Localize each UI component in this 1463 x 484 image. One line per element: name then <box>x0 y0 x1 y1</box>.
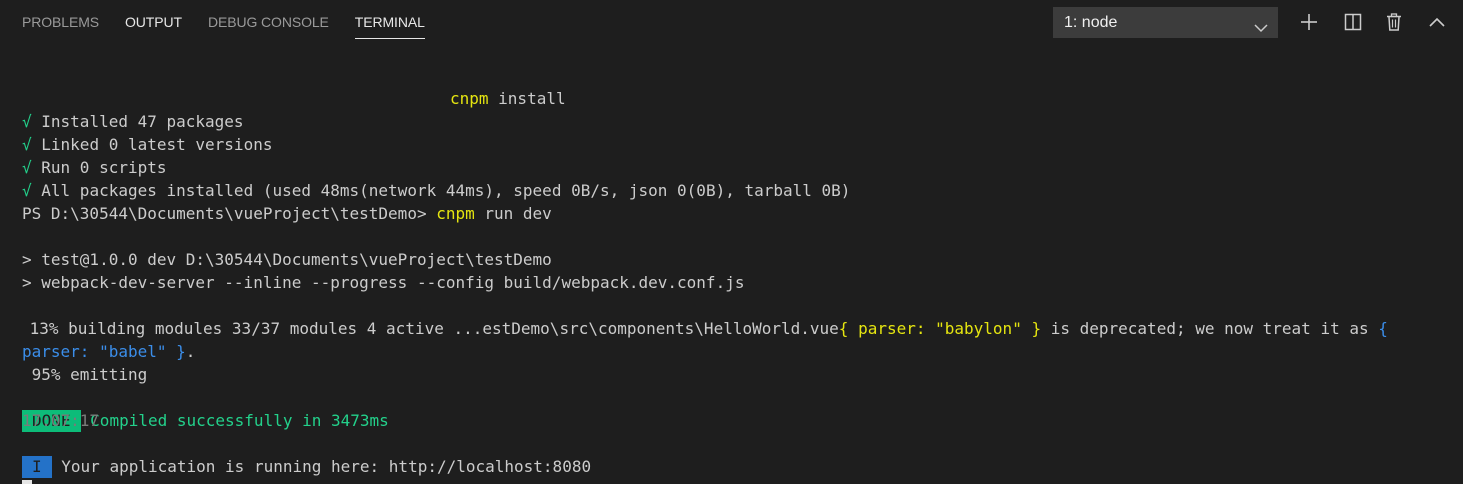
run-scripts-text: Run 0 scripts <box>31 158 167 177</box>
check-mark: √ <box>22 158 32 177</box>
deprecated-text: is deprecated; we now treat it as <box>1041 319 1379 338</box>
terminal-line-installed: √ Installed 47 packages <box>22 110 244 133</box>
trash-icon <box>1386 13 1402 31</box>
terminal-line-building: 13% building modules 33/37 modules 4 act… <box>20 317 1388 340</box>
terminal-line-linked: √ Linked 0 latest versions <box>22 133 272 156</box>
babel-parser-start: { <box>1378 319 1388 338</box>
prompt-argument: run dev <box>474 204 552 223</box>
terminal-line-prompt: PS D:\30544\Documents\vueProject\testDem… <box>22 202 552 225</box>
new-terminal-button[interactable] <box>1297 10 1321 34</box>
cnpm-argument: install <box>488 89 566 108</box>
tab-output[interactable]: OUTPUT <box>125 0 182 44</box>
terminal-line-script-2: > webpack-dev-server --inline --progress… <box>22 273 745 292</box>
terminal-selector-value: 1: node <box>1064 14 1118 31</box>
babel-parser: parser: "babel" } <box>22 342 186 361</box>
terminal-selector[interactable]: 1: node <box>1053 7 1278 38</box>
building-end: . <box>185 342 196 361</box>
info-badge: I <box>22 456 52 478</box>
all-packages-text: All packages installed (used 48ms(networ… <box>31 181 851 200</box>
maximize-panel-button[interactable] <box>1425 10 1449 34</box>
terminal-line-running: I Your application is running here: http… <box>22 455 591 478</box>
shell-prompt: PS D:\30544\Documents\vueProject\testDem… <box>22 204 437 223</box>
terminal-line-building-cont: parser: "babel" }. <box>22 340 195 363</box>
chevron-up-icon <box>1428 16 1446 28</box>
terminal-line-run-scripts: √ Run 0 scripts <box>22 156 167 179</box>
tab-problems[interactable]: PROBLEMS <box>22 0 99 44</box>
terminal-cursor <box>22 480 32 484</box>
prompt-command: cnpm <box>436 204 475 223</box>
running-text: Your application is running here: http:/… <box>61 457 592 476</box>
timestamp: 17:07:17 <box>22 411 100 430</box>
split-terminal-button[interactable] <box>1341 10 1365 34</box>
panel-tabs: PROBLEMS OUTPUT DEBUG CONSOLE TERMINAL <box>22 0 451 44</box>
check-mark: √ <box>22 112 32 131</box>
kill-terminal-button[interactable] <box>1382 10 1406 34</box>
building-progress: 13% building modules 33/37 modules 4 act… <box>20 319 839 338</box>
terminal-line-script-1: > test@1.0.0 dev D:\30544\Documents\vueP… <box>22 250 552 269</box>
tab-debug-console[interactable]: DEBUG CONSOLE <box>208 0 329 44</box>
chevron-down-icon <box>1253 15 1269 33</box>
babylon-parser: { parser: "babylon" } <box>838 319 1042 338</box>
tab-terminal[interactable]: TERMINAL <box>354 0 425 44</box>
terminal-line-cnpm-install: cnpm install <box>450 87 566 110</box>
check-mark: √ <box>22 181 32 200</box>
installed-text: Installed 47 packages <box>31 112 244 131</box>
split-icon <box>1344 13 1362 31</box>
terminal-line-all-installed: √ All packages installed (used 48ms(netw… <box>22 179 850 202</box>
terminal-line-emitting: 95% emitting <box>22 365 148 384</box>
cnpm-command: cnpm <box>450 89 489 108</box>
check-mark: √ <box>22 135 32 154</box>
plus-icon <box>1299 12 1319 32</box>
panel-header: PROBLEMS OUTPUT DEBUG CONSOLE TERMINAL 1… <box>0 0 1463 44</box>
linked-text: Linked 0 latest versions <box>31 135 273 154</box>
